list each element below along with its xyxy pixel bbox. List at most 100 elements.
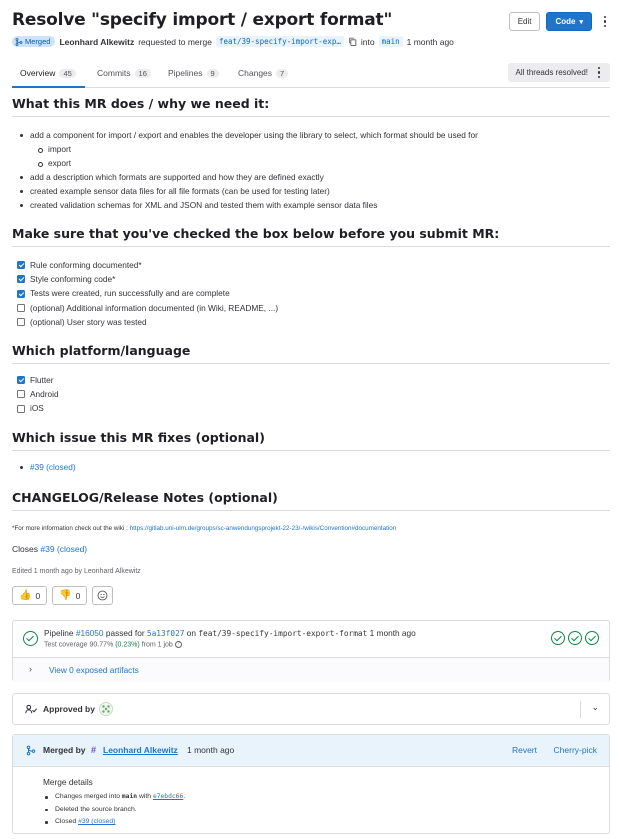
checklist-label: (optional) User story was tested bbox=[30, 316, 147, 327]
checkbox[interactable] bbox=[17, 261, 25, 270]
merge-icon bbox=[15, 37, 23, 46]
checklist-item: (optional) User story was tested bbox=[17, 315, 278, 329]
list-item: export bbox=[18, 156, 478, 170]
checkbox[interactable] bbox=[17, 376, 25, 385]
chevron-right-icon[interactable]: › bbox=[29, 664, 32, 674]
pipeline-branch[interactable]: feat/39-specify-import-export-format bbox=[198, 629, 367, 638]
issue-list: #39 (closed) bbox=[18, 460, 76, 474]
wiki-note: *For more information check out the wiki… bbox=[12, 525, 396, 532]
coverage-line: Test coverage 90.77% (0.23%) from 1 job … bbox=[44, 641, 182, 648]
cherry-pick-button[interactable]: Cherry-pick bbox=[554, 745, 597, 755]
active-tab-indicator bbox=[12, 86, 85, 88]
checkbox[interactable] bbox=[17, 275, 25, 284]
merge-details-list: Changes merged into main with e7ebdc66. … bbox=[43, 791, 185, 829]
commit-link[interactable]: 5a13f027 bbox=[147, 629, 185, 638]
threads-resolved-button[interactable]: All threads resolved! bbox=[507, 63, 610, 82]
stage-passed-icon[interactable] bbox=[585, 631, 599, 645]
checkbox[interactable] bbox=[17, 390, 25, 399]
checkbox[interactable] bbox=[17, 317, 25, 326]
merged-time: 1 month ago bbox=[187, 745, 235, 755]
divider bbox=[12, 510, 610, 511]
pipeline-widget: Pipeline #16050 passed for 5a13f027 on f… bbox=[12, 620, 610, 682]
list-item: add a component for import / export and … bbox=[18, 128, 478, 142]
tab-label: Overview bbox=[20, 68, 56, 78]
coverage-value: Test coverage 90.77% bbox=[44, 641, 114, 649]
wiki-prefix: *For more information check out the wiki… bbox=[12, 525, 130, 532]
merged-by-user-link[interactable]: Leonhard Alkewitz bbox=[103, 745, 178, 755]
list-item: add a description which formats are supp… bbox=[18, 170, 478, 184]
pipeline-word: Pipeline bbox=[44, 628, 74, 638]
help-icon[interactable]: ? bbox=[174, 641, 182, 648]
what-list: add a component for import / export and … bbox=[18, 128, 478, 212]
tab-count: 45 bbox=[59, 68, 76, 78]
author-link[interactable]: Leonhard Alkewitz bbox=[59, 37, 134, 47]
chevron-down-icon[interactable]: ⌄ bbox=[591, 702, 599, 713]
checkbox[interactable] bbox=[17, 303, 25, 312]
edit-button[interactable]: Edit bbox=[508, 12, 541, 31]
source-branch[interactable]: feat/39-specify-import-exp… bbox=[215, 36, 344, 47]
more-actions-icon[interactable] bbox=[598, 12, 612, 31]
list-item: Changes merged into main with e7ebdc66. bbox=[43, 791, 185, 804]
wiki-link[interactable]: https://gitlab.uni-ulm.de/groups/sc-anwe… bbox=[130, 525, 397, 532]
pipeline-summary: Pipeline #16050 passed for 5a13f027 on f… bbox=[44, 628, 416, 638]
checklist-label: Style conforming code* bbox=[30, 274, 116, 285]
code-label: Code bbox=[555, 17, 576, 26]
requested-text: requested to merge bbox=[138, 36, 212, 47]
changes-with: with bbox=[138, 793, 152, 800]
chevron-down-icon: ▾ bbox=[579, 18, 583, 26]
list-item: Closed #39 (closed) bbox=[43, 816, 185, 829]
checklist-item: (optional) Additional information docume… bbox=[17, 301, 278, 315]
closed-prefix: Closed bbox=[55, 818, 77, 825]
add-reaction-button[interactable] bbox=[92, 586, 114, 605]
heading-platform: Which platform/language bbox=[12, 343, 191, 358]
divider bbox=[12, 116, 610, 117]
heading-checklist: Make sure that you've checked the box be… bbox=[12, 226, 500, 241]
edited-note: Edited 1 month ago by Leonhard Alkewitz bbox=[12, 568, 141, 575]
copy-icon[interactable] bbox=[348, 37, 357, 46]
target-branch[interactable]: main bbox=[378, 36, 403, 47]
changes-prefix: Changes merged into bbox=[55, 793, 120, 800]
closes-issue-link[interactable]: #39 (closed) bbox=[40, 544, 87, 554]
into-text: into bbox=[360, 36, 375, 47]
checklist-label: Rule conforming documented* bbox=[30, 260, 142, 270]
merge-commit-link[interactable]: e7ebdc66 bbox=[153, 793, 183, 800]
checklist-label: Android bbox=[30, 389, 59, 400]
tab-count: 9 bbox=[206, 68, 219, 78]
closed-issue-link[interactable]: #39 (closed) bbox=[78, 818, 115, 825]
thumbs-down-count: 0 bbox=[75, 590, 81, 601]
stage-passed-icon[interactable] bbox=[551, 631, 565, 645]
checklist-item: iOS bbox=[17, 401, 59, 415]
pipeline-passed-icon[interactable] bbox=[23, 631, 38, 646]
divider bbox=[12, 363, 610, 364]
checkbox[interactable] bbox=[17, 289, 25, 298]
thumbs-up-button[interactable]: 👍 0 bbox=[12, 586, 48, 605]
tab-pipelines[interactable]: Pipelines 9 bbox=[168, 68, 219, 78]
stage-passed-icon[interactable] bbox=[568, 631, 582, 645]
tab-commits[interactable]: Commits 16 bbox=[97, 68, 151, 78]
merged-branch: main bbox=[121, 793, 138, 800]
approval-widget: Approved by ⌄ bbox=[12, 693, 610, 725]
code-dropdown-button[interactable]: Code ▾ bbox=[546, 12, 592, 31]
tab-overview[interactable]: Overview 45 bbox=[20, 68, 76, 78]
closes-text: Closes bbox=[12, 544, 38, 554]
threads-options-icon[interactable] bbox=[592, 63, 606, 82]
tab-changes[interactable]: Changes 7 bbox=[238, 68, 289, 78]
approver-avatar[interactable] bbox=[99, 702, 113, 716]
merge-icon bbox=[26, 745, 36, 756]
status-label: Merged bbox=[25, 37, 51, 46]
issue-link[interactable]: #39 (closed) bbox=[30, 462, 76, 472]
checkbox[interactable] bbox=[17, 404, 25, 413]
pipeline-id-link[interactable]: #16050 bbox=[76, 628, 104, 638]
mr-tabs: Overview 45 Commits 16 Pipelines 9 Chang… bbox=[12, 60, 610, 88]
thumbs-down-button[interactable]: 👎 0 bbox=[52, 586, 88, 605]
revert-button[interactable]: Revert bbox=[512, 745, 537, 755]
artifacts-link[interactable]: View 0 exposed artifacts bbox=[49, 665, 139, 675]
approval-icon bbox=[25, 704, 37, 714]
divider bbox=[580, 701, 581, 718]
heading-changelog: CHANGELOG/Release Notes (optional) bbox=[12, 490, 278, 505]
tab-count: 16 bbox=[134, 68, 151, 78]
artifacts-row[interactable]: › View 0 exposed artifacts bbox=[13, 657, 609, 682]
created-time: 1 month ago bbox=[406, 36, 454, 47]
user-avatar[interactable]: # bbox=[91, 745, 96, 755]
coverage-source: from 1 job bbox=[141, 641, 173, 649]
